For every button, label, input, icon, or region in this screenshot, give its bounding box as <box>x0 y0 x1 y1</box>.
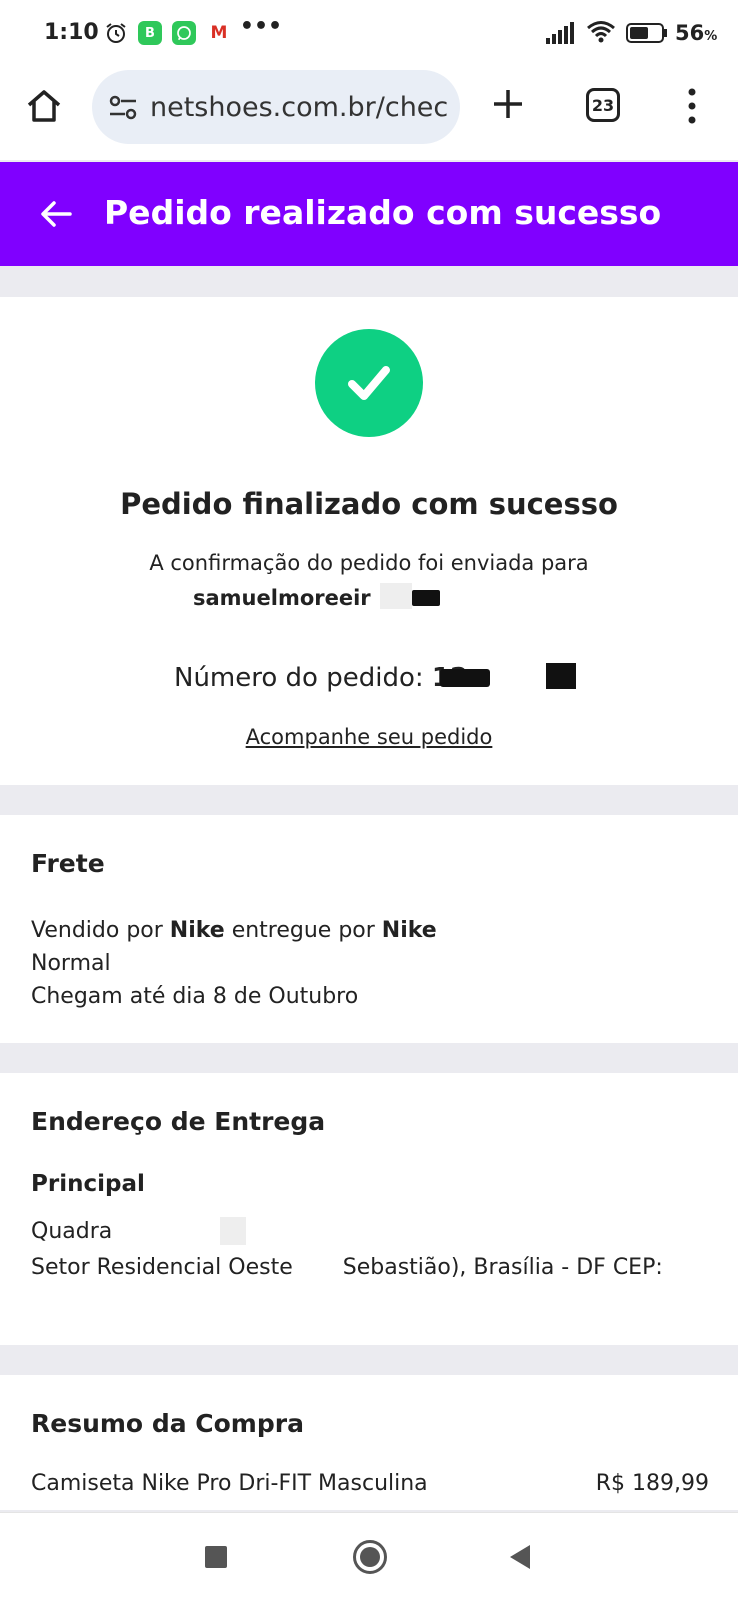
browser-toolbar: netshoes.com.br/chec 23 <box>0 66 738 160</box>
address-label: Principal <box>31 1171 145 1197</box>
address-line-1: Quadra <box>31 1219 113 1244</box>
purchase-summary-card: Resumo da Compra Camiseta Nike Pro Dri-F… <box>0 1375 738 1510</box>
order-number-row: Número do pedido: 12 <box>174 663 468 693</box>
arrival-date: Chegam até dia 8 de Outubro <box>31 984 359 1009</box>
home-nav-icon[interactable] <box>353 1540 387 1574</box>
home-icon[interactable] <box>24 86 64 126</box>
redaction-mark <box>380 583 412 609</box>
carrier-name: Nike <box>381 918 437 943</box>
b-app-icon: B <box>138 21 162 45</box>
summary-item-price: R$ 189,99 <box>595 1471 709 1496</box>
site-settings-icon[interactable] <box>108 94 138 122</box>
summary-item-name: Camiseta Nike Pro Dri-FIT Masculina <box>31 1471 428 1496</box>
summary-title: Resumo da Compra <box>31 1409 304 1438</box>
gmail-icon: M <box>210 23 228 43</box>
url-text[interactable]: netshoes.com.br/chec <box>150 92 448 123</box>
tab-switcher-button[interactable]: 23 <box>586 88 620 122</box>
signal-icon <box>546 22 574 44</box>
redaction-mark <box>220 1217 246 1245</box>
status-time: 1:10 <box>44 20 99 45</box>
success-title: Pedido finalizado com sucesso <box>120 487 618 521</box>
success-check-icon <box>315 329 423 437</box>
battery-icon <box>626 23 667 43</box>
battery-percent: 56% <box>675 21 718 45</box>
confirmation-text: A confirmação do pedido foi enviada para <box>149 551 589 575</box>
page-title: Pedido realizado com sucesso <box>104 193 662 232</box>
new-tab-icon[interactable] <box>488 84 528 124</box>
redaction-mark <box>546 663 576 689</box>
shipping-type: Normal <box>31 951 111 976</box>
address-line-2: Setor Residencial Oeste Sebastião), Brasí… <box>31 1255 663 1280</box>
shipping-title: Frete <box>31 849 105 878</box>
more-menu-icon[interactable] <box>680 86 704 126</box>
seller-name: Nike <box>169 918 225 943</box>
success-card: Pedido finalizado com sucesso A confirma… <box>0 297 738 785</box>
wifi-icon <box>587 21 615 43</box>
address-card: Endereço de Entrega Principal Quadra Set… <box>0 1073 738 1345</box>
seller-line: Vendido por Nike entregue por Nike <box>31 918 437 943</box>
back-nav-icon[interactable] <box>508 1543 532 1571</box>
shipping-card: Frete Vendido por Nike entregue por Nike… <box>0 815 738 1043</box>
customer-email: samuelmoreeir <box>193 586 371 610</box>
more-dots-icon: ••• <box>239 13 283 39</box>
redaction-mark <box>440 669 490 687</box>
address-bar[interactable]: netshoes.com.br/chec <box>92 70 460 144</box>
track-order-link[interactable]: Acompanhe seu pedido <box>0 725 738 749</box>
recents-icon[interactable] <box>205 1546 227 1568</box>
alarm-icon <box>104 21 128 45</box>
order-number-label: Número do pedido: <box>174 663 424 693</box>
status-bar: 1:10 B M ••• 56% <box>0 0 738 66</box>
system-nav-bar <box>0 1512 738 1600</box>
whatsapp-icon <box>172 21 196 45</box>
redaction-mark <box>412 590 440 606</box>
address-title: Endereço de Entrega <box>31 1107 326 1136</box>
page-header: Pedido realizado com sucesso <box>0 162 738 266</box>
back-arrow-icon[interactable] <box>36 194 76 234</box>
